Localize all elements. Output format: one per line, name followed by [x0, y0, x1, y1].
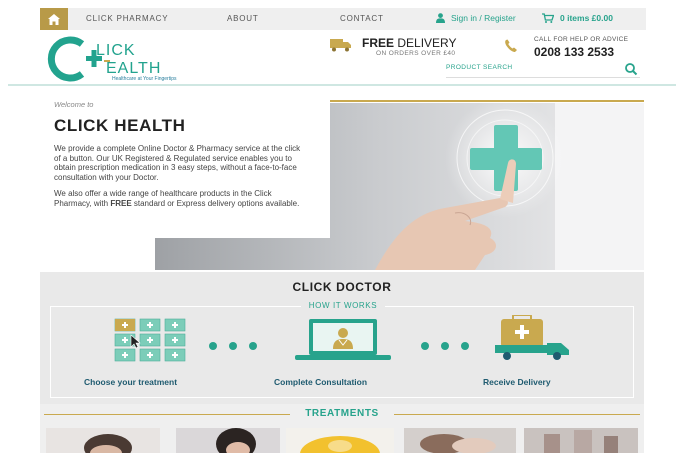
step-dot	[209, 342, 217, 350]
step-dot	[461, 342, 469, 350]
hero-paragraph-2: We also offer a wide range of healthcare…	[54, 189, 309, 208]
hero-text-box: Welcome to CLICK HEALTH We provide a com…	[40, 100, 330, 238]
header-divider	[8, 84, 676, 86]
step-receive-delivery: Receive Delivery	[483, 377, 551, 387]
delivery-title: FREE DELIVERY	[362, 36, 457, 50]
search-icon[interactable]	[624, 62, 638, 76]
how-it-works-box: HOW IT WORKS Choose your treatment Compl…	[50, 301, 634, 398]
treatment-thumbnail-5[interactable]	[524, 428, 638, 453]
cart-label: 0 items £0.00	[560, 13, 613, 23]
cart-link[interactable]: 0 items £0.00	[542, 13, 613, 23]
basket-icon	[542, 13, 554, 23]
truck-icon	[330, 39, 351, 52]
signin-label: Sign in / Register	[451, 13, 516, 23]
treatment-photo-yellow	[286, 428, 394, 453]
logo-tagline: Healthcare at Your Fingertips	[112, 76, 177, 82]
search-input[interactable]	[446, 64, 616, 71]
home-button[interactable]	[40, 8, 68, 30]
treatment-photo-products	[524, 428, 638, 453]
logo-text-click: LICK	[96, 42, 136, 59]
help-phone-number[interactable]: 0208 133 2533	[534, 45, 614, 59]
step-choose-treatment: Choose your treatment	[84, 377, 178, 387]
treatments-title: TREATMENTS	[290, 408, 394, 419]
treatment-photo-woman	[176, 428, 280, 453]
treatment-thumbnail-4[interactable]	[404, 428, 516, 453]
hero-paragraph-2-bold: FREE	[110, 198, 132, 208]
hero-title: CLICK HEALTH	[54, 116, 186, 135]
treatment-photo-sleeping	[404, 428, 516, 453]
step-dot	[421, 342, 429, 350]
hero-paragraph-1: We provide a complete Online Doctor & Ph…	[54, 144, 301, 182]
treatment-photo-head	[46, 428, 160, 453]
welcome-text: Welcome to	[54, 100, 94, 109]
nav-click-pharmacy[interactable]: CLICK PHARMACY	[86, 14, 168, 23]
user-icon	[436, 13, 445, 23]
delivery-subtitle: ON ORDERS OVER £40	[376, 50, 456, 57]
site-logo[interactable]: LICK EALTH Healthcare at Your Fingertips	[46, 36, 206, 82]
click-doctor-title: CLICK DOCTOR	[292, 280, 392, 294]
signin-link[interactable]: Sign in / Register	[436, 13, 516, 23]
hero-accent-line	[322, 100, 644, 102]
top-navigation: CLICK PHARMACY ABOUT CONTACT Sign in / R…	[40, 8, 646, 30]
delivery-title-rest: DELIVERY	[394, 36, 457, 50]
nav-about[interactable]: ABOUT	[227, 14, 259, 23]
click-doctor-section: CLICK DOCTOR HOW IT WORKS Choose your tr…	[40, 272, 644, 404]
step-dot	[441, 342, 449, 350]
hero-paragraph-2-end: standard or Express delivery options ava…	[131, 198, 300, 208]
treatment-thumbnail-2[interactable]	[176, 428, 280, 453]
step-dot	[249, 342, 257, 350]
treatment-thumbnail-3[interactable]	[286, 428, 394, 453]
how-it-works-label: HOW IT WORKS	[301, 301, 385, 310]
home-icon	[48, 13, 60, 25]
step-dot	[229, 342, 237, 350]
nav-contact[interactable]: CONTACT	[340, 14, 384, 23]
medicine-boxes-icon[interactable]	[113, 317, 189, 363]
step-complete-consultation: Complete Consultation	[274, 377, 368, 387]
product-search	[446, 62, 640, 78]
delivery-title-bold: FREE	[362, 36, 395, 50]
phone-icon	[505, 39, 517, 52]
delivery-van-icon[interactable]	[493, 315, 573, 361]
laptop-doctor-icon[interactable]	[293, 317, 393, 363]
help-title: CALL FOR HELP OR ADVICE	[534, 36, 629, 43]
treatment-thumbnail-1[interactable]	[46, 428, 160, 453]
